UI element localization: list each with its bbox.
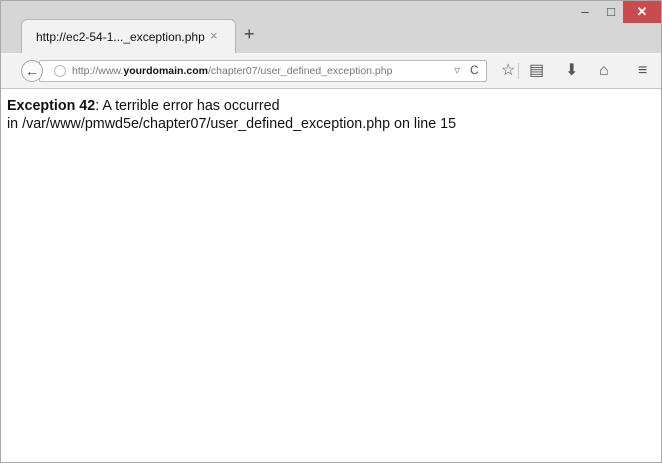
navigation-toolbar: http://www.yourdomain.com/chapter07/user… — [1, 53, 661, 89]
address-bar[interactable]: http://www.yourdomain.com/chapter07/user… — [39, 60, 487, 82]
tab-close-icon[interactable]: × — [210, 28, 218, 43]
maximize-button[interactable]: □ — [599, 1, 623, 23]
page-content: Exception 42: A terrible error has occur… — [7, 97, 657, 133]
bookmark-star-icon[interactable]: ☆ — [501, 61, 515, 81]
close-window-button[interactable]: ✕ — [623, 1, 661, 23]
reading-list-icon[interactable]: ▤ — [529, 61, 544, 81]
browser-tab[interactable]: http://ec2-54-1..._exception.php × — [21, 19, 236, 53]
exception-location: in /var/www/pmwd5e/chapter07/user_define… — [7, 116, 457, 132]
minimize-button[interactable]: – — [573, 1, 597, 23]
menu-icon[interactable]: ≡ — [638, 61, 647, 81]
back-icon: ← — [25, 63, 39, 79]
title-bar: http://ec2-54-1..._exception.php × + – □… — [1, 1, 661, 53]
url-path: /chapter07/user_defined_exception.php — [207, 65, 393, 77]
dropdown-icon[interactable]: ▿ — [454, 63, 460, 77]
exception-message: : A terrible error has occurred — [95, 98, 280, 114]
reload-icon[interactable]: C — [470, 63, 479, 77]
browser-window: http://ec2-54-1..._exception.php × + – □… — [0, 0, 662, 463]
new-tab-button[interactable]: + — [244, 25, 255, 43]
exception-line: Exception 42: A terrible error has occur… — [7, 97, 657, 115]
download-icon[interactable]: ⬇ — [565, 61, 578, 81]
tab-title: http://ec2-54-1..._exception.php — [36, 30, 205, 44]
home-icon[interactable]: ⌂ — [599, 61, 609, 81]
toolbar-separator — [518, 63, 519, 79]
url-text: http://www.yourdomain.com/chapter07/user… — [72, 65, 392, 77]
exception-label: Exception 42 — [7, 98, 96, 114]
globe-icon — [54, 65, 66, 77]
back-button[interactable]: ← — [21, 60, 43, 82]
url-domain: yourdomain.com — [123, 65, 208, 77]
url-prefix: http://www. — [72, 65, 124, 77]
